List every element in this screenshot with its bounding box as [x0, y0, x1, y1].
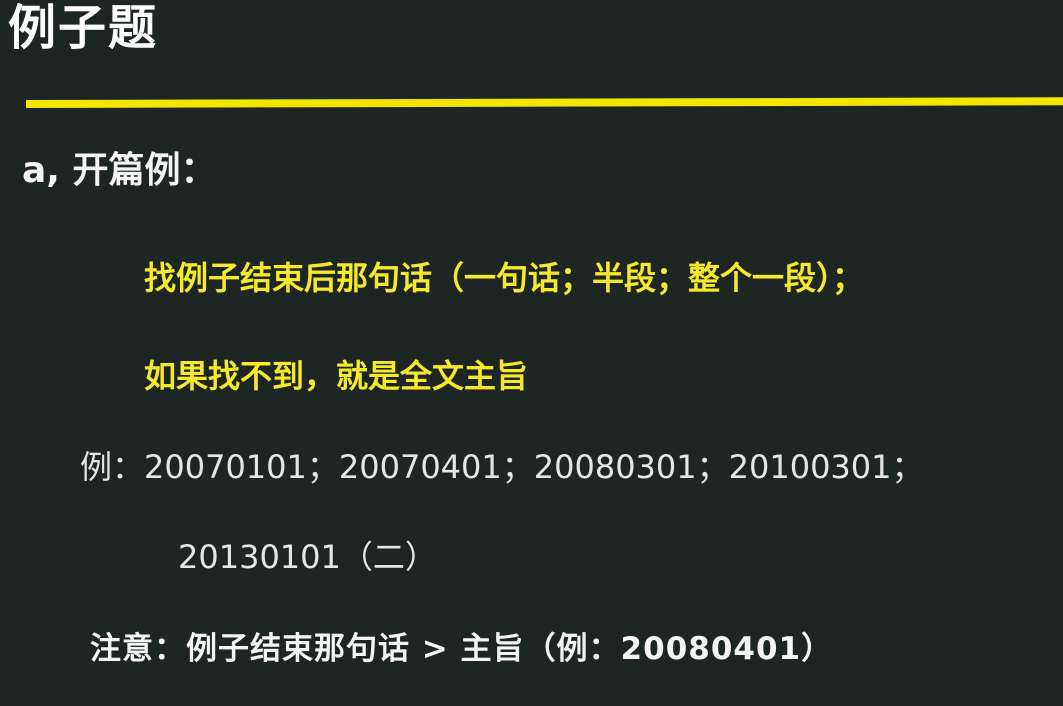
rule-line-2: 如果找不到，就是全文主旨 [144, 357, 529, 395]
slide: 例子题 a, 开篇例： 找例子结束后那句话（一句话；半段；整个一段）； 如果找不… [0, 0, 1063, 706]
rule-line-1: 找例子结束后那句话（一句话；半段；整个一段）； [144, 259, 865, 297]
note-text: 注意：例子结束那句话 > 主旨（例：20080401） [90, 631, 834, 667]
examples-line-1: 例：20070101；20070401；20080301；20100301； [80, 448, 924, 486]
title-divider [25, 97, 1063, 108]
examples-line-2: 20130101（二） [178, 538, 437, 576]
section-heading: a, 开篇例： [22, 150, 217, 191]
slide-title: 例子题 [8, 0, 159, 56]
